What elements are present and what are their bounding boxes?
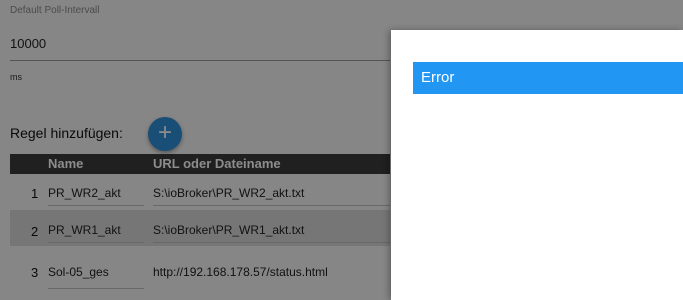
dialog-title: Error (413, 62, 683, 94)
error-dialog: Error (391, 30, 683, 300)
